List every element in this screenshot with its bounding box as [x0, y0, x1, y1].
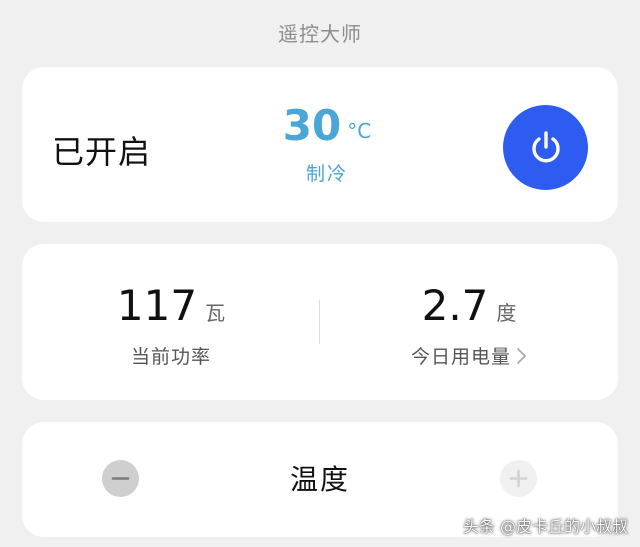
today-energy-unit: 度 — [496, 301, 517, 325]
power-button[interactable] — [503, 105, 588, 190]
mode-label: 制冷 — [305, 163, 348, 185]
plus-icon — [509, 469, 528, 488]
current-power-value: 117 — [116, 281, 198, 330]
increase-temperature-button[interactable] — [500, 460, 537, 497]
chevron-right-icon — [515, 347, 527, 365]
current-power-label: 当前功率 — [130, 346, 211, 368]
temperature-display: 30 °C 制冷 — [252, 103, 402, 186]
temperature-value: 30 — [282, 101, 342, 150]
temperature-unit: °C — [347, 119, 372, 143]
today-energy-value: 2.7 — [421, 281, 489, 330]
energy-card: 117 瓦 当前功率 2.7 度 今日用电量 — [22, 244, 618, 400]
app-title: 遥控大师 — [278, 22, 362, 46]
status-card: 已开启 30 °C 制冷 — [22, 67, 618, 222]
power-icon — [531, 130, 560, 162]
today-energy-section[interactable]: 2.7 度 今日用电量 — [320, 282, 618, 369]
current-power-unit: 瓦 — [205, 301, 226, 325]
today-energy-label: 今日用电量 — [410, 346, 511, 368]
watermark: 头条 @皮卡丘的小叔叔 — [462, 517, 628, 536]
power-status: 已开启 — [52, 133, 152, 171]
current-power-section: 117 瓦 当前功率 — [22, 282, 320, 369]
